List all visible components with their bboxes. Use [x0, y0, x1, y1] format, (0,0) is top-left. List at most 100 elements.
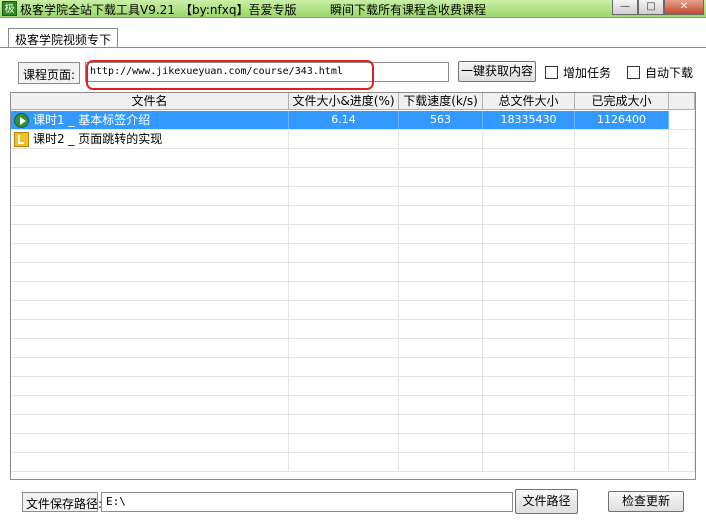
column-header-total-size[interactable]: 总文件大小	[483, 93, 575, 110]
check-update-button[interactable]: 检查更新	[608, 491, 684, 512]
empty-cell	[669, 282, 695, 300]
tab-course-download[interactable]: 极客学院视频专下	[8, 28, 119, 48]
course-page-label: 课程页面:	[18, 62, 80, 84]
empty-cell	[575, 377, 669, 395]
empty-cell	[669, 149, 695, 167]
empty-cell	[11, 377, 289, 395]
empty-cell	[483, 225, 575, 243]
tab-divider	[0, 47, 706, 48]
empty-cell	[669, 187, 695, 205]
fetch-content-button[interactable]: 一键获取内容	[458, 61, 536, 82]
empty-row	[11, 415, 695, 434]
empty-row	[11, 358, 695, 377]
empty-cell	[483, 396, 575, 414]
empty-cell	[575, 396, 669, 414]
empty-cell	[669, 244, 695, 262]
empty-cell	[575, 149, 669, 167]
empty-cell	[289, 453, 399, 471]
empty-cell	[483, 263, 575, 281]
empty-cell	[399, 225, 483, 243]
column-header-filename[interactable]: 文件名	[11, 93, 289, 110]
empty-cell	[399, 206, 483, 224]
waiting-icon	[14, 131, 29, 147]
empty-cell	[289, 263, 399, 281]
auto-download-checkbox[interactable]: 自动下载	[627, 64, 693, 81]
empty-cell	[669, 396, 695, 414]
download-list[interactable]: 文件名 文件大小&进度(%) 下载速度(k/s) 总文件大小 已完成大小 课时1…	[10, 92, 696, 480]
empty-cell	[575, 187, 669, 205]
total-size-cell	[483, 130, 575, 148]
save-path-input[interactable]: E:\	[101, 492, 513, 512]
empty-row	[11, 434, 695, 453]
empty-cell	[289, 339, 399, 357]
tab-bar: 极客学院视频专下	[0, 18, 706, 48]
filler-cell	[669, 130, 695, 148]
empty-cell	[289, 149, 399, 167]
column-header-completed-size[interactable]: 已完成大小	[575, 93, 669, 110]
speed-cell	[399, 130, 483, 148]
empty-cell	[289, 358, 399, 376]
empty-cell	[483, 358, 575, 376]
empty-row	[11, 396, 695, 415]
choose-path-button[interactable]: 文件路径	[515, 489, 578, 514]
empty-cell	[11, 396, 289, 414]
progress-cell	[289, 130, 399, 148]
empty-cell	[483, 244, 575, 262]
empty-row	[11, 206, 695, 225]
empty-cell	[575, 301, 669, 319]
speed-cell: 563	[399, 111, 483, 129]
empty-cell	[575, 206, 669, 224]
window-controls: — □ ✕	[612, 0, 704, 16]
empty-cell	[575, 263, 669, 281]
empty-row	[11, 301, 695, 320]
empty-cell	[483, 453, 575, 471]
empty-cell	[399, 320, 483, 338]
auto-download-checkbox-box[interactable]	[627, 66, 640, 79]
empty-cell	[11, 320, 289, 338]
minimize-icon[interactable]: —	[612, 0, 638, 15]
filename-cell[interactable]: 课时1 _ 基本标签介绍	[11, 111, 289, 129]
table-row[interactable]: 课时1 _ 基本标签介绍 6.14 563 18335430 1126400	[11, 111, 695, 130]
author-label: 【by:nfxq】吾爱专版	[180, 3, 297, 17]
empty-cell	[483, 320, 575, 338]
empty-cell	[11, 301, 289, 319]
filename-text: 课时1 _ 基本标签介绍	[33, 113, 151, 127]
empty-cell	[669, 168, 695, 186]
empty-cell	[399, 168, 483, 186]
empty-row	[11, 244, 695, 263]
empty-cell	[289, 225, 399, 243]
empty-cell	[669, 301, 695, 319]
progress-cell: 6.14	[289, 111, 399, 129]
close-icon[interactable]: ✕	[664, 0, 704, 15]
empty-cell	[11, 225, 289, 243]
empty-cell	[575, 282, 669, 300]
empty-cell	[399, 187, 483, 205]
empty-cell	[669, 206, 695, 224]
empty-cell	[575, 358, 669, 376]
save-path-label: 文件保存路径:	[22, 492, 102, 512]
course-url-input[interactable]: http://www.jikexueyuan.com/course/343.ht…	[85, 62, 449, 82]
filler-cell	[669, 111, 695, 129]
add-task-checkbox[interactable]: 增加任务	[545, 64, 611, 81]
maximize-icon[interactable]: □	[638, 0, 664, 15]
empty-cell	[289, 434, 399, 452]
total-size-cell: 18335430	[483, 111, 575, 129]
filename-cell[interactable]: 课时2 _ 页面跳转的实现	[11, 130, 289, 148]
table-row[interactable]: 课时2 _ 页面跳转的实现	[11, 130, 695, 149]
column-header-progress[interactable]: 文件大小&进度(%)	[289, 93, 399, 110]
title-bar: 极 极客学院全站下载工具V9.21 【by:nfxq】吾爱专版 瞬间下载所有课程…	[0, 0, 706, 18]
empty-cell	[11, 358, 289, 376]
empty-cell	[399, 434, 483, 452]
empty-cell	[669, 434, 695, 452]
add-task-checkbox-box[interactable]	[545, 66, 558, 79]
empty-cell	[289, 396, 399, 414]
empty-cell	[669, 377, 695, 395]
column-header-filler	[669, 93, 695, 110]
empty-cell	[289, 282, 399, 300]
empty-cell	[11, 415, 289, 433]
empty-cell	[11, 168, 289, 186]
empty-cell	[399, 339, 483, 357]
empty-cell	[399, 358, 483, 376]
empty-row	[11, 339, 695, 358]
column-header-speed[interactable]: 下载速度(k/s)	[399, 93, 483, 110]
